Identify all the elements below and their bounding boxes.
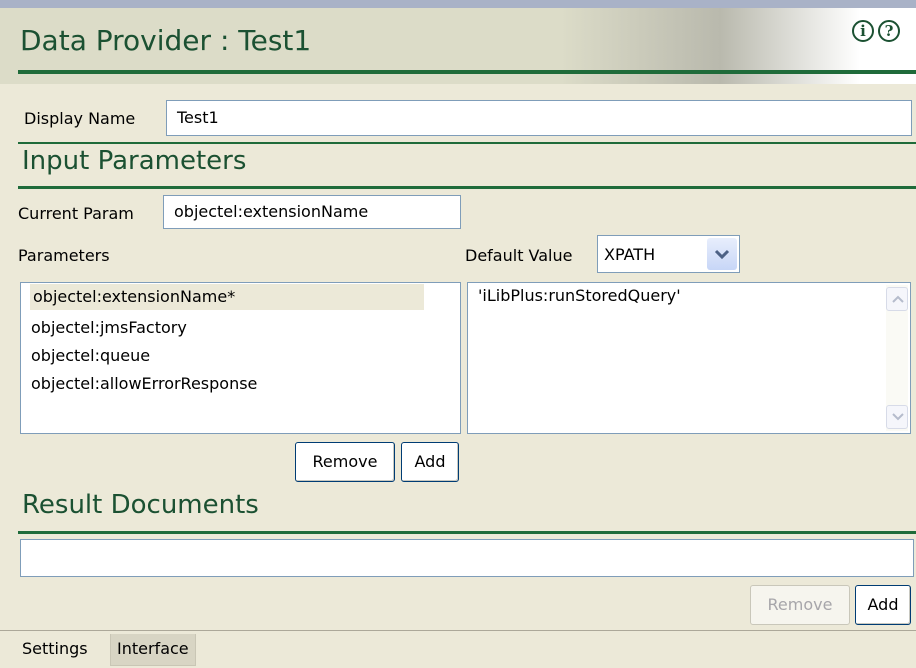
section-divider-bottom [18,186,916,189]
display-name-label: Display Name [24,109,136,128]
default-value-textarea[interactable]: 'iLibPlus:runStoredQuery' [467,282,911,434]
chevron-down-icon [892,413,904,421]
list-item[interactable]: objectel:jmsFactory [31,315,187,341]
tab-settings[interactable]: Settings [16,634,94,665]
info-icon[interactable]: i [852,20,874,42]
header-divider [18,70,916,74]
add-parameter-button[interactable]: Add [401,442,459,482]
default-value-type-value: XPATH [604,245,656,264]
default-value-type-select[interactable]: XPATH [597,235,740,273]
result-documents-title: Result Documents [22,490,259,520]
scroll-up-button[interactable] [886,287,908,311]
chevron-up-icon [892,295,904,303]
remove-result-button[interactable]: Remove [750,585,850,625]
parameters-label: Parameters [18,246,110,265]
tab-interface[interactable]: Interface [110,634,196,666]
result-documents-list[interactable] [20,539,914,577]
add-result-button[interactable]: Add [855,585,911,625]
chevron-down-icon [714,249,730,260]
help-icon[interactable]: ? [878,20,900,42]
list-item[interactable]: objectel:allowErrorResponse [31,371,257,397]
list-item[interactable]: objectel:extensionName* [30,284,424,310]
input-parameters-title: Input Parameters [22,146,247,176]
remove-parameter-button[interactable]: Remove [295,442,395,482]
page-title: Data Provider : Test1 [20,24,312,57]
parameters-list[interactable]: objectel:extensionName* objectel:jmsFact… [20,282,461,434]
list-item[interactable]: objectel:queue [31,343,150,369]
dropdown-button[interactable] [707,238,737,270]
section-divider [18,531,916,534]
default-value-text: 'iLibPlus:runStoredQuery' [478,286,681,305]
section-divider-top [18,142,916,144]
current-param-input[interactable]: objectel:extensionName [163,195,461,229]
scrollbar[interactable] [886,285,908,431]
scroll-down-button[interactable] [886,405,908,429]
current-param-label: Current Param [18,204,134,223]
display-name-input[interactable]: Test1 [166,100,912,136]
default-value-label: Default Value [465,246,573,265]
